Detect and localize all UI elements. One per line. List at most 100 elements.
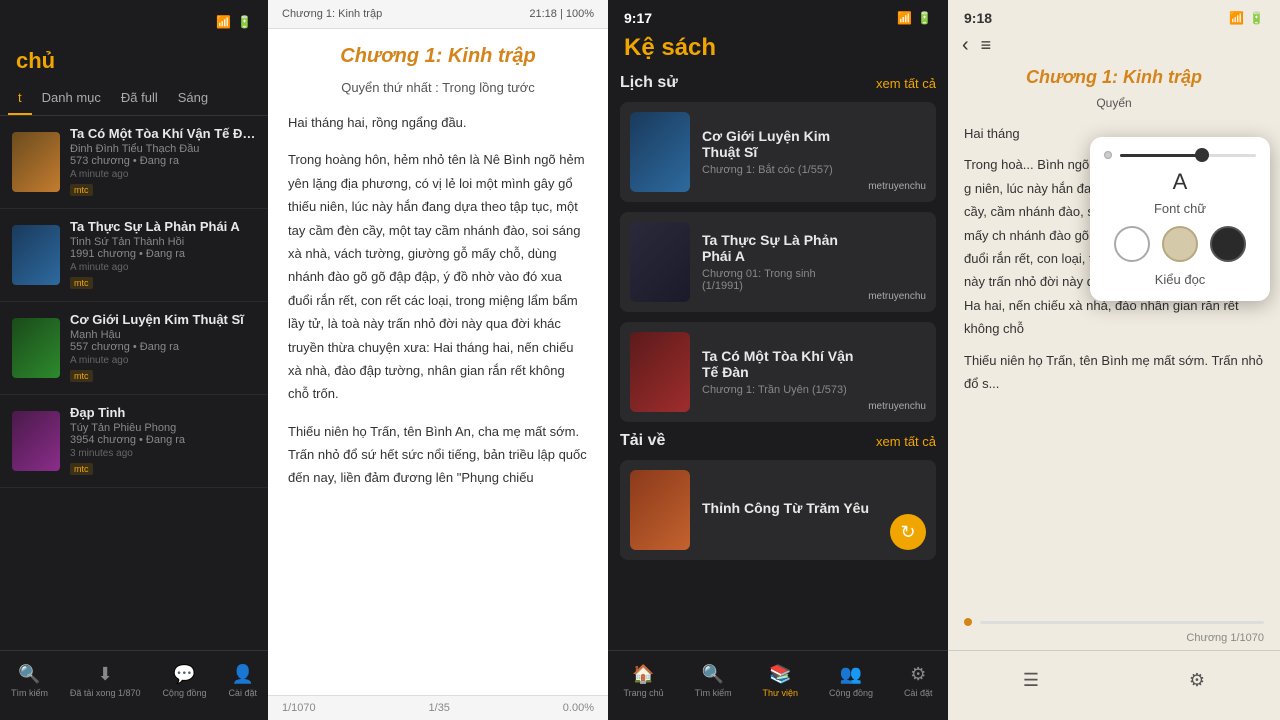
book-title-4: Đạp Tinh (70, 405, 256, 420)
book-chapters-2: 1991 chương • Đang ra (70, 248, 256, 260)
shelf-bottom-nav: 🏠 Trang chủ 🔍 Tìm kiếm 📚 Thư viện 👥 Cộng… (608, 650, 948, 720)
reader-page-info: 1/1070 (282, 702, 316, 714)
shelf-history-header: Lịch sử xem tất cả (620, 74, 936, 92)
shelf-book-chapter-2: Chương 1: Trần Uyên (1/573) (702, 384, 856, 396)
shelf-nav-home[interactable]: 🏠 Trang chủ (623, 664, 663, 698)
shelf-nav-settings-label: Cài đặt (904, 688, 933, 698)
shelf-book-thumb-0 (630, 112, 690, 192)
settings-icon: 👤 (231, 664, 253, 685)
library-icon: 📚 (769, 664, 791, 685)
settings-para-2: Thiếu niên họ Trấn, tên Bình mẹ mất sớm.… (964, 349, 1264, 396)
nav-community-label: Cộng đồng (162, 688, 206, 698)
font-settings-popup: A Font chữ Kiểu đọc (1090, 137, 1270, 301)
book-info-2: Ta Thực Sự Là Phản Phái A Tinh Sứ Tản Th… (70, 219, 256, 291)
shelf-nav-library[interactable]: 📚 Thư viện (763, 664, 799, 698)
settings-progress-bar-container (948, 612, 1280, 632)
slider-thumb[interactable] (1195, 148, 1209, 162)
settings-nav-gear[interactable]: ⚙ (1189, 670, 1205, 691)
shelf-book-info-0: Cơ Giới Luyện Kim Thuật Sĩ Chương 1: Bắt… (702, 128, 856, 176)
reader-chapter-name: Chương 1: Kinh trập (282, 8, 382, 20)
refresh-icon: ↻ (900, 522, 915, 543)
shelf-author-1: metruyenchu (868, 291, 926, 302)
shelf-title: Kệ sách (624, 34, 932, 62)
tab-full[interactable]: Đã full (111, 82, 168, 115)
reader-chapter-title: Chương 1: Kinh trập (288, 45, 588, 68)
shelf-download-see-all[interactable]: xem tất cả (876, 434, 936, 449)
shelf-book-card-0[interactable]: Cơ Giới Luyện Kim Thuật Sĩ Chương 1: Bắt… (620, 102, 936, 202)
shelf-status-bar: 9:17 📶 🔋 (608, 0, 948, 30)
book-author-4: Túy Tản Phiêu Phong (70, 422, 256, 434)
shelf-nav-settings[interactable]: ⚙ Cài đặt (904, 664, 933, 698)
nav-download[interactable]: ⬇ Đã tải xong 1/870 (70, 664, 141, 698)
refresh-button[interactable]: ↻ (890, 514, 926, 550)
shelf-book-info-1: Ta Thực Sự Là Phản Phái A Chương 01: Tro… (702, 232, 856, 292)
back-button[interactable]: ‹ (962, 34, 969, 57)
home-icon: 🏠 (632, 664, 654, 685)
settings-nav-list[interactable]: ☰ (1023, 670, 1039, 691)
book-title-2: Ta Thực Sự Là Phản Phái A (70, 219, 256, 234)
panel-reader: Chương 1: Kinh trập 21:18 | 100% Chương … (268, 0, 608, 720)
nav-settings-label: Cài đặt (228, 688, 257, 698)
reader-paragraph-1: Trong hoàng hôn, hẻm nhỏ tên là Nê Bình … (288, 148, 588, 405)
shelf-wifi-icon: 📶 (897, 11, 912, 25)
list-item[interactable]: Cơ Giới Luyện Kim Thuật Sĩ Mạnh Hậu 557 … (0, 302, 268, 395)
shelf-book-card-2[interactable]: Ta Có Một Tòa Khí Vận Tế Đàn Chương 1: T… (620, 322, 936, 422)
progress-bar[interactable] (980, 621, 1264, 624)
settings-bottom-bar: ☰ ⚙ (948, 650, 1280, 720)
shelf-content: Lịch sử xem tất cả Cơ Giới Luyện Kim Thu… (608, 74, 948, 650)
slider-track[interactable] (1120, 154, 1256, 157)
theme-white[interactable] (1114, 226, 1150, 262)
search-icon: 🔍 (18, 664, 40, 685)
panel-shelf: 9:17 📶 🔋 Kệ sách Lịch sử xem tất cả Cơ G… (608, 0, 948, 720)
theme-beige[interactable] (1162, 226, 1198, 262)
gear-icon: ⚙ (1189, 670, 1205, 691)
book-info-3: Cơ Giới Luyện Kim Thuật Sĩ Mạnh Hậu 557 … (70, 312, 256, 384)
shelf-history-see-all[interactable]: xem tất cả (876, 76, 936, 91)
book-title-1: Ta Có Một Tòa Khí Vận Tế Đàn (70, 126, 256, 141)
kiểu-đọc-label: Kiểu đọc (1104, 272, 1256, 287)
reader-paragraph-0: Hai tháng hai, rồng ngẩng đầu. (288, 111, 588, 134)
library-bottom-nav: 🔍 Tìm kiếm ⬇ Đã tải xong 1/870 💬 Cộng đồ… (0, 650, 268, 720)
shelf-nav-library-label: Thư viện (763, 688, 799, 698)
shelf-nav-search[interactable]: 🔍 Tìm kiếm (695, 664, 732, 698)
library-app-title: chủ (0, 44, 268, 82)
shelf-nav-community-label: Cộng đồng (829, 688, 873, 698)
list-item[interactable]: Ta Thực Sự Là Phản Phái A Tinh Sứ Tản Th… (0, 209, 268, 302)
shelf-book-info-2: Ta Có Một Tòa Khí Vận Tế Đàn Chương 1: T… (702, 348, 856, 396)
settings-time: 9:18 (964, 10, 992, 26)
reader-time: 21:18 (529, 8, 557, 20)
book-cover-3 (12, 318, 60, 378)
book-time-2: A minute ago (70, 262, 256, 273)
book-badge-2: mtc (70, 277, 93, 289)
settings-status-bar: 9:18 📶 🔋 (948, 0, 1280, 30)
book-title-3: Cơ Giới Luyện Kim Thuật Sĩ (70, 312, 256, 327)
shelf-time: 9:17 (624, 10, 652, 26)
reader-meta: 21:18 | 100% (529, 8, 594, 20)
nav-search[interactable]: 🔍 Tìm kiếm (11, 664, 48, 698)
menu-button[interactable]: ≡ (981, 35, 992, 56)
theme-dark[interactable] (1210, 226, 1246, 262)
shelf-nav-community[interactable]: 👥 Cộng đồng (829, 664, 873, 698)
book-cover-4 (12, 411, 60, 471)
font-size-slider[interactable] (1104, 151, 1256, 159)
shelf-status-icons: 📶 🔋 (897, 11, 932, 25)
reader-bottom-bar: 1/1070 1/35 0.00% (268, 695, 608, 720)
community-icon-shelf: 👥 (840, 664, 862, 685)
nav-download-label: Đã tải xong 1/870 (70, 688, 141, 698)
shelf-book-card-1[interactable]: Ta Thực Sự Là Phản Phái A Chương 01: Tro… (620, 212, 936, 312)
book-chapters-3: 557 chương • Đang ra (70, 341, 256, 353)
nav-community[interactable]: 💬 Cộng đồng (162, 664, 206, 698)
shelf-download-info-0: Thỉnh Công Từ Trăm Yêu (702, 500, 926, 520)
tab-reading[interactable]: t (8, 82, 32, 115)
list-item[interactable]: Ta Có Một Tòa Khí Vận Tế Đàn Đinh Đình T… (0, 116, 268, 209)
settings-chapter-title: Chương 1: Kinh trập (964, 67, 1264, 88)
shelf-author-0: metruyenchu (868, 181, 926, 192)
shelf-nav-home-label: Trang chủ (623, 688, 663, 698)
shelf-download-card-0[interactable]: Thỉnh Công Từ Trăm Yêu ↻ (620, 460, 936, 560)
nav-settings[interactable]: 👤 Cài đặt (228, 664, 257, 698)
tab-light[interactable]: Sáng (168, 82, 218, 115)
search-icon-shelf: 🔍 (702, 664, 724, 685)
tab-category[interactable]: Danh mục (32, 82, 111, 115)
list-item[interactable]: Đạp Tinh Túy Tản Phiêu Phong 3954 chương… (0, 395, 268, 488)
reader-position: 1/35 (429, 702, 450, 714)
